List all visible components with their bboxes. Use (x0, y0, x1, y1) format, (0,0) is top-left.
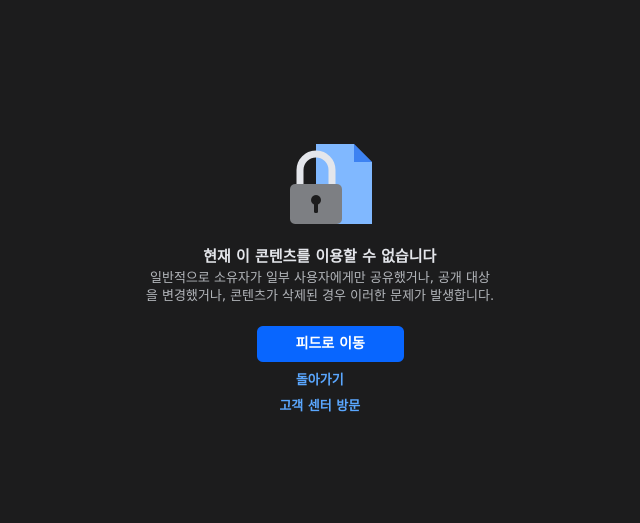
page-title: 현재 이 콘텐츠를 이용할 수 없습니다 (203, 247, 437, 265)
description-line-1: 일반적으로 소유자가 일부 사용자에게만 공유했거나, 공개 대상 (150, 271, 490, 286)
content-unavailable-page: 현재 이 콘텐츠를 이용할 수 없습니다 일반적으로 소유자가 일부 사용자에게… (0, 0, 640, 523)
go-to-feed-button[interactable]: 피드로 이동 (257, 326, 404, 362)
help-center-link[interactable]: 고객 센터 방문 (0, 398, 640, 416)
go-back-link[interactable]: 돌아가기 (0, 372, 640, 390)
description-line-2: 을 변경했거나, 콘텐츠가 삭제된 경우 이러한 문제가 발생합니다. (145, 289, 495, 304)
locked-document-icon (290, 144, 372, 224)
error-description: 일반적으로 소유자가 일부 사용자에게만 공유했거나, 공개 대상 을 변경했거… (0, 270, 640, 306)
